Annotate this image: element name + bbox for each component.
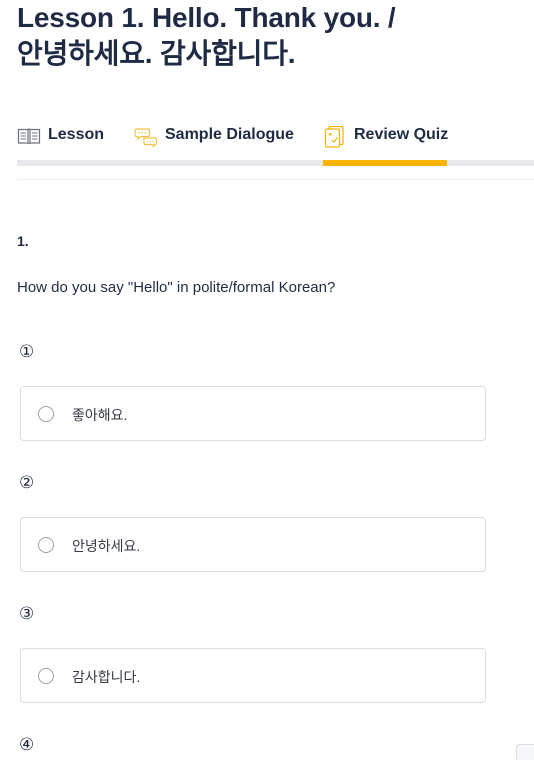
tab-review-quiz-label: Review Quiz: [354, 126, 449, 143]
page-title-line-2: 안녕하세요. 감사합니다.: [17, 38, 296, 69]
floating-widget-button[interactable]: [516, 744, 534, 760]
answer-option-2[interactable]: 안녕하세요.: [20, 517, 486, 572]
question-number: 1.: [17, 233, 29, 249]
answer-option-3[interactable]: 감사합니다.: [20, 648, 486, 703]
active-tab-indicator: [323, 160, 447, 166]
content-divider: [17, 179, 534, 180]
option-marker-3: ③: [19, 604, 35, 623]
tab-track: [17, 160, 534, 166]
tab-review-quiz[interactable]: Review Quiz: [323, 124, 449, 160]
page-title: Lesson 1. Hello. Thank you. / 안녕하세요. 감사합…: [17, 0, 487, 72]
quiz-card-icon: [323, 124, 347, 148]
book-icon: [17, 124, 41, 148]
tab-sample-dialogue[interactable]: Sample Dialogue: [134, 126, 294, 160]
option-label: 안녕하세요.: [72, 538, 141, 554]
radio-button[interactable]: [38, 406, 54, 422]
tab-lesson[interactable]: Lesson: [17, 126, 104, 160]
question-text: How do you say "Hello" in polite/formal …: [17, 279, 336, 296]
chat-bubbles-icon: [134, 124, 158, 148]
radio-button[interactable]: [38, 537, 54, 553]
option-label: 좋아해요.: [72, 407, 128, 423]
tab-sample-dialogue-label: Sample Dialogue: [165, 126, 294, 143]
option-marker-4: ④: [19, 735, 35, 754]
option-marker-1: ①: [19, 342, 35, 361]
answer-option-1[interactable]: 좋아해요.: [20, 386, 486, 441]
lesson-tabs: Lesson Sample Dialogue Review Quiz: [17, 122, 534, 166]
option-label: 감사합니다.: [72, 669, 141, 685]
option-marker-2: ②: [19, 473, 35, 492]
quiz-page: Lesson 1. Hello. Thank you. / 안녕하세요. 감사합…: [0, 0, 534, 760]
page-title-line-1: Lesson 1. Hello. Thank you. /: [17, 2, 396, 33]
radio-button[interactable]: [38, 668, 54, 684]
tab-lesson-label: Lesson: [48, 126, 105, 143]
